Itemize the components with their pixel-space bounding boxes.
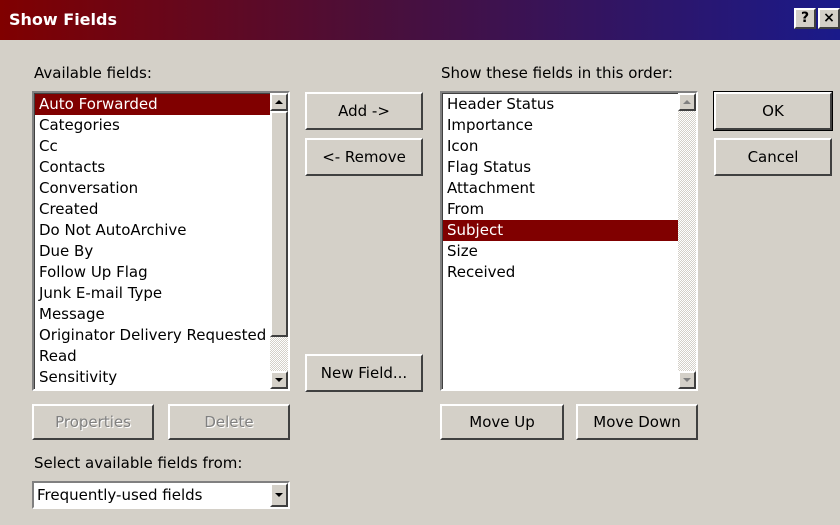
scroll-down-button[interactable] (270, 371, 288, 389)
available-scrollbar[interactable] (270, 93, 288, 389)
scroll-up-button[interactable] (678, 93, 696, 111)
list-item[interactable]: Flag Status (443, 157, 678, 178)
available-fields-label: Available fields: (34, 64, 152, 82)
title-bar[interactable]: Show Fields ? × (0, 0, 840, 40)
close-button[interactable]: × (818, 8, 840, 29)
list-item[interactable]: Contacts (35, 157, 270, 178)
available-fields-items: Auto Forwarded Categories Cc Contacts Co… (34, 93, 270, 389)
list-item[interactable]: Icon (443, 136, 678, 157)
scroll-down-button[interactable] (678, 371, 696, 389)
available-fields-list[interactable]: Auto Forwarded Categories Cc Contacts Co… (32, 91, 290, 391)
arrow-up-icon (275, 100, 283, 104)
arrow-up-icon (683, 100, 691, 104)
list-item[interactable]: Junk E-mail Type (35, 283, 270, 304)
remove-button[interactable]: <- Remove (305, 138, 423, 176)
move-up-button[interactable]: Move Up (440, 404, 564, 440)
add-button[interactable]: Add -> (305, 92, 423, 130)
new-field-button[interactable]: New Field... (305, 354, 423, 392)
source-select-value: Frequently-used fields (37, 486, 203, 504)
list-item[interactable]: Received (443, 262, 678, 283)
shown-fields-label: Show these fields in this order: (441, 64, 673, 82)
list-item[interactable]: Size (443, 241, 678, 262)
list-item[interactable]: Header Status (443, 94, 678, 115)
list-item[interactable]: Originator Delivery Requested (35, 325, 270, 346)
source-label: Select available fields from: (34, 454, 243, 472)
help-button[interactable]: ? (794, 8, 816, 29)
window-title: Show Fields (9, 10, 117, 29)
list-item[interactable]: Cc (35, 136, 270, 157)
list-item[interactable]: Due By (35, 241, 270, 262)
arrow-down-icon (683, 378, 691, 382)
dropdown-button[interactable] (270, 483, 288, 507)
list-item[interactable]: From (443, 199, 678, 220)
list-item[interactable]: Sensitivity (35, 367, 270, 388)
close-icon: × (823, 10, 835, 26)
help-icon: ? (800, 10, 810, 26)
delete-button[interactable]: Delete (168, 404, 290, 440)
properties-button[interactable]: Properties (32, 404, 154, 440)
list-item[interactable]: Importance (443, 115, 678, 136)
list-item[interactable]: Message (35, 304, 270, 325)
shown-fields-list[interactable]: Header Status Importance Icon Flag Statu… (440, 91, 698, 391)
chevron-down-icon (275, 493, 283, 497)
shown-scrollbar[interactable] (678, 93, 696, 389)
cancel-button[interactable]: Cancel (714, 138, 832, 176)
list-item[interactable]: Do Not AutoArchive (35, 220, 270, 241)
scroll-up-button[interactable] (270, 93, 288, 111)
ok-button[interactable]: OK (713, 91, 833, 131)
move-down-button[interactable]: Move Down (576, 404, 698, 440)
list-item[interactable]: Categories (35, 115, 270, 136)
list-item[interactable]: Subject (443, 220, 678, 241)
shown-fields-items: Header Status Importance Icon Flag Statu… (442, 93, 678, 389)
arrow-down-icon (275, 378, 283, 382)
list-item[interactable]: Read (35, 346, 270, 367)
list-item[interactable]: Auto Forwarded (35, 94, 270, 115)
list-item[interactable]: Attachment (443, 178, 678, 199)
source-select[interactable]: Frequently-used fields (32, 481, 290, 509)
list-item[interactable]: Conversation (35, 178, 270, 199)
scroll-thumb[interactable] (270, 111, 288, 337)
list-item[interactable]: Created (35, 199, 270, 220)
list-item[interactable]: Follow Up Flag (35, 262, 270, 283)
